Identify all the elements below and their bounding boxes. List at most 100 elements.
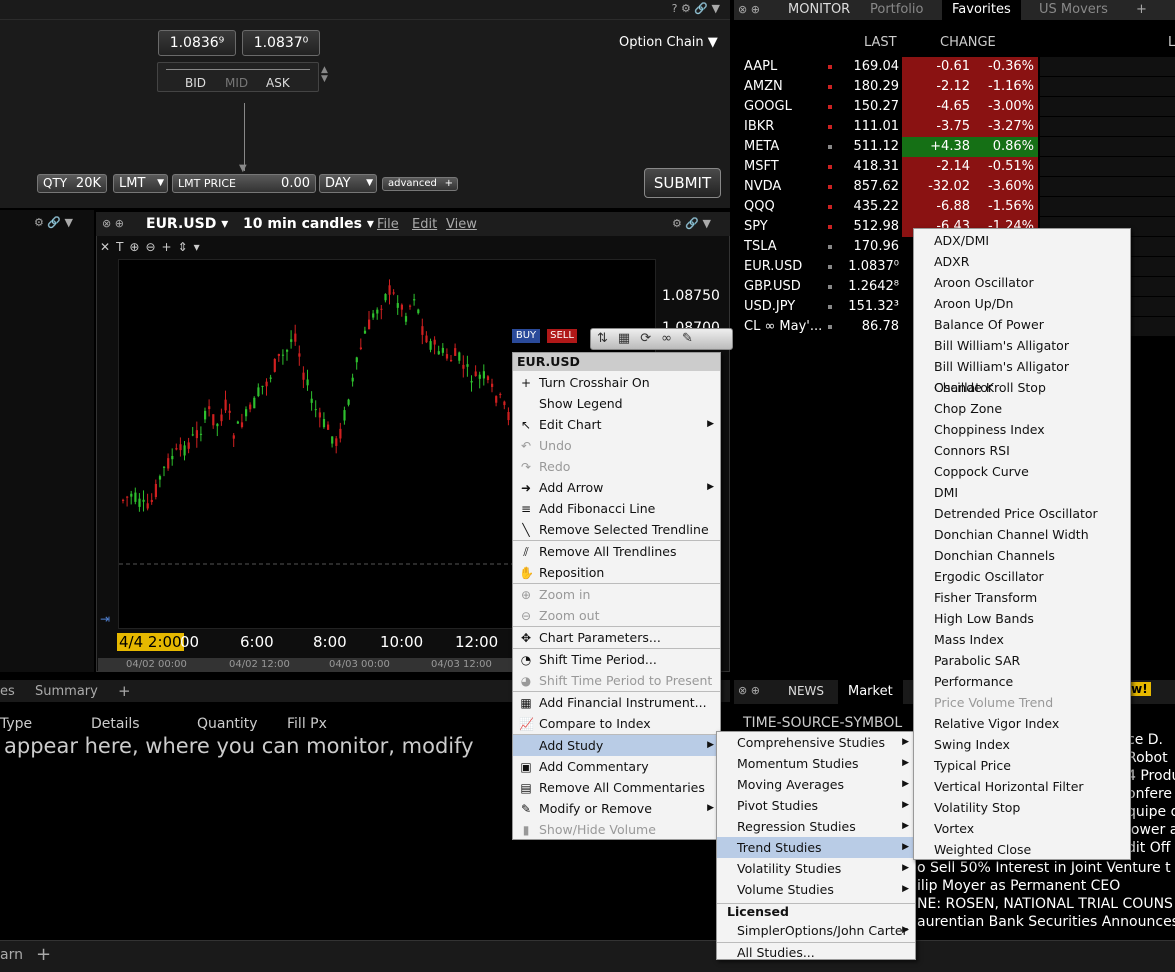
trend-study-connors-rsi[interactable]: Connors RSI (914, 440, 1130, 461)
study-category-momentum-studies[interactable]: Momentum Studies ▶ (717, 753, 915, 774)
time-in-force-select[interactable]: DAY ▼ (319, 174, 377, 193)
study-category-regression-studies[interactable]: Regression Studies ▶ (717, 816, 915, 837)
trend-study-weighted-close[interactable]: Weighted Close (914, 839, 1130, 860)
monitor-row[interactable]: NVDA 857.62 -32.02 -3.60% (740, 177, 1175, 197)
news-headline[interactable]: o Sell 50% Interest in Joint Venture t (917, 860, 1171, 876)
trend-study-vertical-horizontal-filter[interactable]: Vertical Horizontal Filter (914, 776, 1130, 797)
panel-settings-icon[interactable]: ⚙ 🔗 ▼ (34, 216, 73, 229)
tab-market[interactable]: Market (838, 680, 903, 704)
close-icon[interactable]: ⊗ ⊕ (738, 3, 760, 16)
add-tab-button[interactable]: + (1126, 0, 1157, 20)
trend-study-balance-of-power[interactable]: Balance Of Power (914, 314, 1130, 335)
news-headline-fragment[interactable]: quipe d (1127, 804, 1175, 820)
trend-study-typical-price[interactable]: Typical Price (914, 755, 1130, 776)
menu-item-remove-all-trendlines[interactable]: ⫽ Remove All Trendlines (513, 541, 720, 562)
table-icon[interactable]: ▦ (618, 331, 640, 346)
menu-item-compare-to-index[interactable]: 📈 Compare to Index (513, 713, 720, 734)
tab-partial[interactable]: es (0, 684, 15, 699)
chart-interval-selector[interactable]: 10 min candles ▾ (243, 216, 374, 232)
menu-item-turn-crosshair-on[interactable]: + Turn Crosshair On (513, 372, 720, 393)
limit-price-field[interactable]: LMT PRICE 0.00 (172, 174, 316, 193)
trend-study-parabolic-sar[interactable]: Parabolic SAR (914, 650, 1130, 671)
news-headline-fragment[interactable]: lower a (1127, 822, 1175, 838)
panel-controls-icon[interactable]: ? ⚙ 🔗 ▼ (672, 2, 720, 15)
menu-item-chart-parameters[interactable]: ✥ Chart Parameters... (513, 627, 720, 648)
brush-icon[interactable]: ✎ (682, 331, 703, 346)
ask-price-button[interactable]: 1.0837⁰ (242, 30, 320, 56)
menu-view[interactable]: View (446, 217, 477, 232)
menu-item-add-commentary[interactable]: ▣ Add Commentary (513, 756, 720, 777)
quantity-field[interactable]: QTY 20K (37, 174, 107, 193)
link-icon[interactable]: ∞ (661, 331, 682, 346)
trend-study-price-volume-trend[interactable]: Price Volume Trend (914, 692, 1130, 713)
chevron-down-icon[interactable]: ▾ (194, 240, 206, 254)
tab-partial[interactable]: arn (0, 947, 23, 963)
trend-study-ergodic-oscillator[interactable]: Ergodic Oscillator (914, 566, 1130, 587)
bid-mid-ask-slider[interactable]: BID MID ASK (157, 62, 319, 92)
trend-study-chop-zone[interactable]: Chop Zone (914, 398, 1130, 419)
study-category-moving-averages[interactable]: Moving Averages ▶ (717, 774, 915, 795)
advanced-button[interactable]: advanced + (382, 177, 458, 191)
trend-study-bill-william-s-alligator-oscillator[interactable]: Bill William's Alligator Oscillator (914, 356, 1130, 395)
tab-portfolio[interactable]: Portfolio (860, 0, 933, 20)
add-tab-button[interactable]: + (36, 944, 51, 965)
menu-edit[interactable]: Edit (412, 217, 437, 232)
trend-study-dmi[interactable]: DMI (914, 482, 1130, 503)
trend-study-aroon-oscillator[interactable]: Aroon Oscillator (914, 272, 1130, 293)
monitor-row[interactable]: MSFT 418.31 -2.14 -0.51% (740, 157, 1175, 177)
trend-study-donchian-channels[interactable]: Donchian Channels (914, 545, 1130, 566)
trend-study-swing-index[interactable]: Swing Index (914, 734, 1130, 755)
trend-study-aroon-up-dn[interactable]: Aroon Up/Dn (914, 293, 1130, 314)
trend-study-fisher-transform[interactable]: Fisher Transform (914, 587, 1130, 608)
monitor-row[interactable]: QQQ 435.22 -6.88 -1.56% (740, 197, 1175, 217)
news-headline[interactable]: ilip Moyer as Permanent CEO (917, 878, 1120, 894)
order-type-select[interactable]: LMT ▼ (113, 174, 168, 193)
sell-button[interactable]: SELL (547, 329, 577, 343)
news-headline-fragment[interactable]: dit Off (1127, 840, 1170, 856)
menu-item-remove-all-commentaries[interactable]: ▤ Remove All Commentaries (513, 777, 720, 798)
trend-study-adx-dmi[interactable]: ADX/DMI (914, 230, 1130, 251)
trend-study-mass-index[interactable]: Mass Index (914, 629, 1130, 650)
study-category-volume-studies[interactable]: Volume Studies ▶ (717, 879, 915, 900)
menu-item-add-financial-instrument[interactable]: ▦ Add Financial Instrument... (513, 692, 720, 713)
trend-study-high-low-bands[interactable]: High Low Bands (914, 608, 1130, 629)
menu-item-show-hide-volume[interactable]: ▮ Show/Hide Volume (513, 819, 720, 840)
menu-item-shift-time-period-to-present[interactable]: ◕ Shift Time Period to Present (513, 670, 720, 691)
close-icon[interactable]: ⊗ ⊕ (102, 217, 124, 230)
trend-study-detrended-price-oscillator[interactable]: Detrended Price Oscillator (914, 503, 1130, 524)
menu-item-edit-chart[interactable]: ↖ Edit Chart ▶ (513, 414, 720, 435)
trend-study-chande-kroll-stop[interactable]: Chande Kroll Stop (914, 377, 1130, 398)
study-category-pivot-studies[interactable]: Pivot Studies ▶ (717, 795, 915, 816)
trend-study-relative-vigor-index[interactable]: Relative Vigor Index (914, 713, 1130, 734)
menu-item-add-arrow[interactable]: ➜ Add Arrow ▶ (513, 477, 720, 498)
drawing-toolbar[interactable]: ✕T⊕⊖+⇕▾ (100, 240, 206, 254)
trend-study-donchian-channel-width[interactable]: Donchian Channel Width (914, 524, 1130, 545)
menu-item-redo[interactable]: ↷ Redo (513, 456, 720, 477)
chart-settings-icon[interactable]: ⚙ 🔗 ▼ (672, 217, 711, 230)
menu-file[interactable]: File (377, 217, 399, 232)
news-headline-fragment[interactable]: 4 Produ (1127, 768, 1175, 784)
menu-item-add-study[interactable]: Add Study ▶ (513, 735, 720, 756)
zoom-out-icon[interactable]: ⊖ (145, 240, 161, 254)
menu-item-remove-selected-trendline[interactable]: ╲ Remove Selected Trendline (513, 519, 720, 540)
trend-study-bill-william-s-alligator[interactable]: Bill William's Alligator (914, 335, 1130, 356)
trend-study-adxr[interactable]: ADXR (914, 251, 1130, 272)
news-headline-fragment[interactable]: onfere (1127, 786, 1172, 802)
menu-item-zoom-out[interactable]: ⊖ Zoom out (513, 605, 720, 626)
menu-item-show-legend[interactable]: Show Legend (513, 393, 720, 414)
trend-study-coppock-curve[interactable]: Coppock Curve (914, 461, 1130, 482)
study-category-comprehensive-studies[interactable]: Comprehensive Studies ▶ (717, 732, 915, 753)
monitor-row[interactable]: AMZN 180.29 -2.12 -1.16% (740, 77, 1175, 97)
text-tool-icon[interactable]: T (116, 240, 129, 254)
refresh-icon[interactable]: ⟳ (640, 331, 661, 346)
monitor-row[interactable]: IBKR 111.01 -3.75 -3.27% (740, 117, 1175, 137)
close-icon[interactable]: ⊗ ⊕ (738, 684, 760, 697)
submit-button[interactable]: SUBMIT (644, 168, 721, 198)
bid-price-button[interactable]: 1.0836⁹ (158, 30, 236, 56)
monitor-row[interactable]: META 511.12 +4.38 0.86% (740, 137, 1175, 157)
chart-quick-toolbar[interactable]: ⇅▦⟳∞✎ (590, 328, 733, 350)
monitor-row[interactable]: AAPL 169.04 -0.61 -0.36% (740, 57, 1175, 77)
add-tab-button[interactable]: + (118, 682, 131, 700)
option-chain-dropdown[interactable]: Option Chain ▼ (619, 35, 718, 50)
tab-summary[interactable]: Summary (35, 684, 98, 699)
